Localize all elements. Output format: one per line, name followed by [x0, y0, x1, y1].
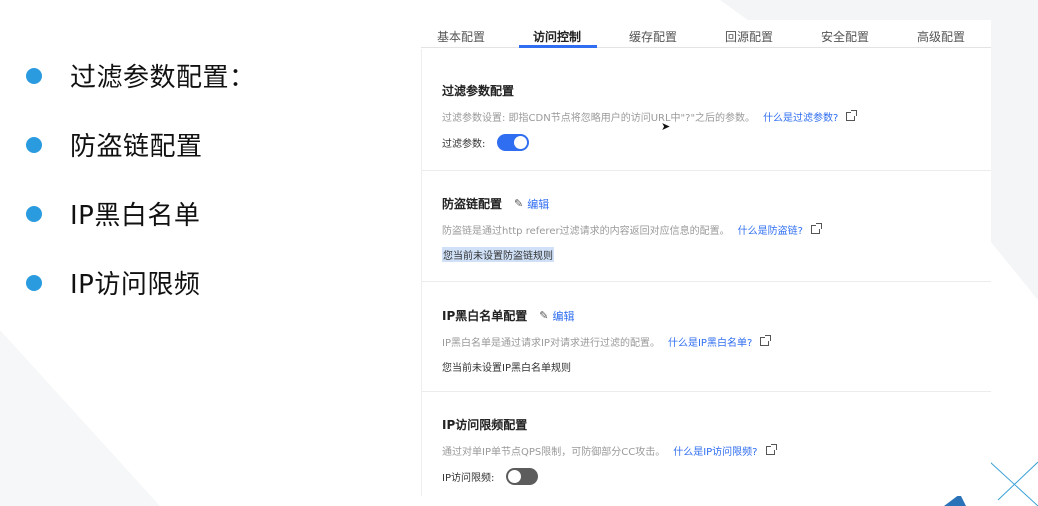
bullet-dot-icon [26, 136, 42, 153]
bullet-dot-icon [26, 67, 42, 84]
description-text: 过滤参数设置: 即指CDN节点将忽略用户的访问URL中"?"之后的参数。 [442, 113, 756, 124]
bullet-item-ipacl: IP黑白名单 [26, 196, 256, 231]
toggle-row: 过滤参数: [442, 134, 990, 151]
section-title-row: 防盗链配置 ✎ 编辑 [442, 195, 990, 212]
external-link-icon[interactable] [765, 444, 777, 455]
bullet-text: 防盗链配置 [70, 132, 203, 162]
section-description: 过滤参数设置: 即指CDN节点将忽略用户的访问URL中"?"之后的参数。 什么是… [442, 109, 990, 124]
tab-basic[interactable]: 基本配置 [437, 28, 485, 45]
bullet-dot-icon [26, 205, 42, 222]
active-tab-indicator [519, 45, 597, 48]
mouse-cursor-icon: ➤ [661, 120, 671, 133]
ip-acl-status: 您当前未设置IP黑白名单规则 [442, 363, 571, 374]
toggle-row: IP访问限频: [442, 468, 990, 485]
description-text: 通过对单IP单节点QPS限制，可防御部分CC攻击。 [442, 447, 666, 458]
hotlink-status: 您当前未设置防盗链规则 [442, 247, 554, 262]
section-divider [422, 391, 991, 392]
access-control-content: 过滤参数配置 过滤参数设置: 即指CDN节点将忽略用户的访问URL中"?"之后的… [421, 49, 991, 496]
section-title-row: IP黑白名单配置 ✎ 编辑 [442, 307, 990, 324]
bullet-item-ratelimit: IP访问限频 [26, 265, 256, 300]
toggle-label: 过滤参数: [442, 139, 486, 150]
section-filter-params: 过滤参数配置 过滤参数设置: 即指CDN节点将忽略用户的访问URL中"?"之后的… [442, 82, 990, 151]
bullet-item-hotlink: 防盗链配置 [26, 127, 256, 162]
tab-origin[interactable]: 回源配置 [725, 28, 773, 45]
tab-access-control[interactable]: 访问控制 [533, 28, 581, 45]
help-link-ip-acl[interactable]: 什么是IP黑白名单? [668, 334, 752, 349]
external-link-icon[interactable] [846, 110, 858, 121]
tab-bar: 基本配置 访问控制 缓存配置 回源配置 安全配置 高级配置 [421, 20, 991, 48]
section-description: 防盗链是通过http referer过滤请求的内容返回对应信息的配置。 什么是防… [442, 222, 990, 237]
bullet-text: 过滤参数配置： [70, 63, 256, 93]
description-text: IP黑白名单是通过请求IP对请求进行过滤的配置。 [442, 338, 660, 349]
tab-security[interactable]: 安全配置 [821, 28, 869, 45]
edit-ip-acl-button[interactable]: ✎ 编辑 [539, 308, 574, 324]
toggle-knob [508, 470, 522, 483]
bullet-item-filter: 过滤参数配置： [26, 58, 256, 93]
bullet-text: IP黑白名单 [70, 201, 201, 231]
edit-label: 编辑 [527, 197, 550, 211]
description-text: 防盗链是通过http referer过滤请求的内容返回对应信息的配置。 [442, 226, 730, 237]
section-title: IP黑白名单配置 [442, 309, 528, 323]
section-ip-acl: IP黑白名单配置 ✎ 编辑 IP黑白名单是通过请求IP对请求进行过滤的配置。 什… [442, 307, 990, 374]
toggle-knob [514, 136, 528, 149]
help-link-filter[interactable]: 什么是过滤参数? [763, 109, 838, 124]
section-divider [422, 170, 991, 171]
config-panel: 基本配置 访问控制 缓存配置 回源配置 安全配置 高级配置 过滤参数配置 过滤参… [421, 20, 991, 496]
tab-cache[interactable]: 缓存配置 [629, 28, 677, 45]
pencil-icon: ✎ [539, 309, 549, 322]
help-link-hotlink[interactable]: 什么是防盗链? [738, 222, 803, 237]
toggle-label: IP访问限频: [442, 473, 495, 484]
bullet-dot-icon [26, 274, 42, 291]
pencil-icon: ✎ [514, 197, 524, 210]
section-title: 防盗链配置 [442, 197, 503, 211]
bullet-text: IP访问限频 [70, 270, 201, 300]
section-divider [422, 281, 991, 282]
external-link-icon[interactable] [760, 335, 772, 346]
edit-hotlink-button[interactable]: ✎ 编辑 [514, 196, 549, 212]
edit-label: 编辑 [552, 309, 575, 323]
section-description: 通过对单IP单节点QPS限制，可防御部分CC攻击。 什么是IP访问限频? [442, 443, 990, 458]
section-ip-rate-limit: IP访问限频配置 通过对单IP单节点QPS限制，可防御部分CC攻击。 什么是IP… [442, 416, 990, 485]
help-link-rate-limit[interactable]: 什么是IP访问限频? [673, 443, 757, 458]
section-description: IP黑白名单是通过请求IP对请求进行过滤的配置。 什么是IP黑白名单? [442, 334, 990, 349]
section-title: 过滤参数配置 [442, 84, 515, 98]
section-hotlink: 防盗链配置 ✎ 编辑 防盗链是通过http referer过滤请求的内容返回对应… [442, 195, 990, 263]
filter-params-toggle[interactable] [497, 134, 530, 151]
external-link-icon[interactable] [810, 223, 822, 234]
bullet-list: 过滤参数配置： 防盗链配置 IP黑白名单 IP访问限频 [26, 58, 256, 334]
tab-advanced[interactable]: 高级配置 [917, 28, 965, 45]
section-title: IP访问限频配置 [442, 418, 528, 432]
ip-rate-limit-toggle[interactable] [506, 468, 539, 485]
